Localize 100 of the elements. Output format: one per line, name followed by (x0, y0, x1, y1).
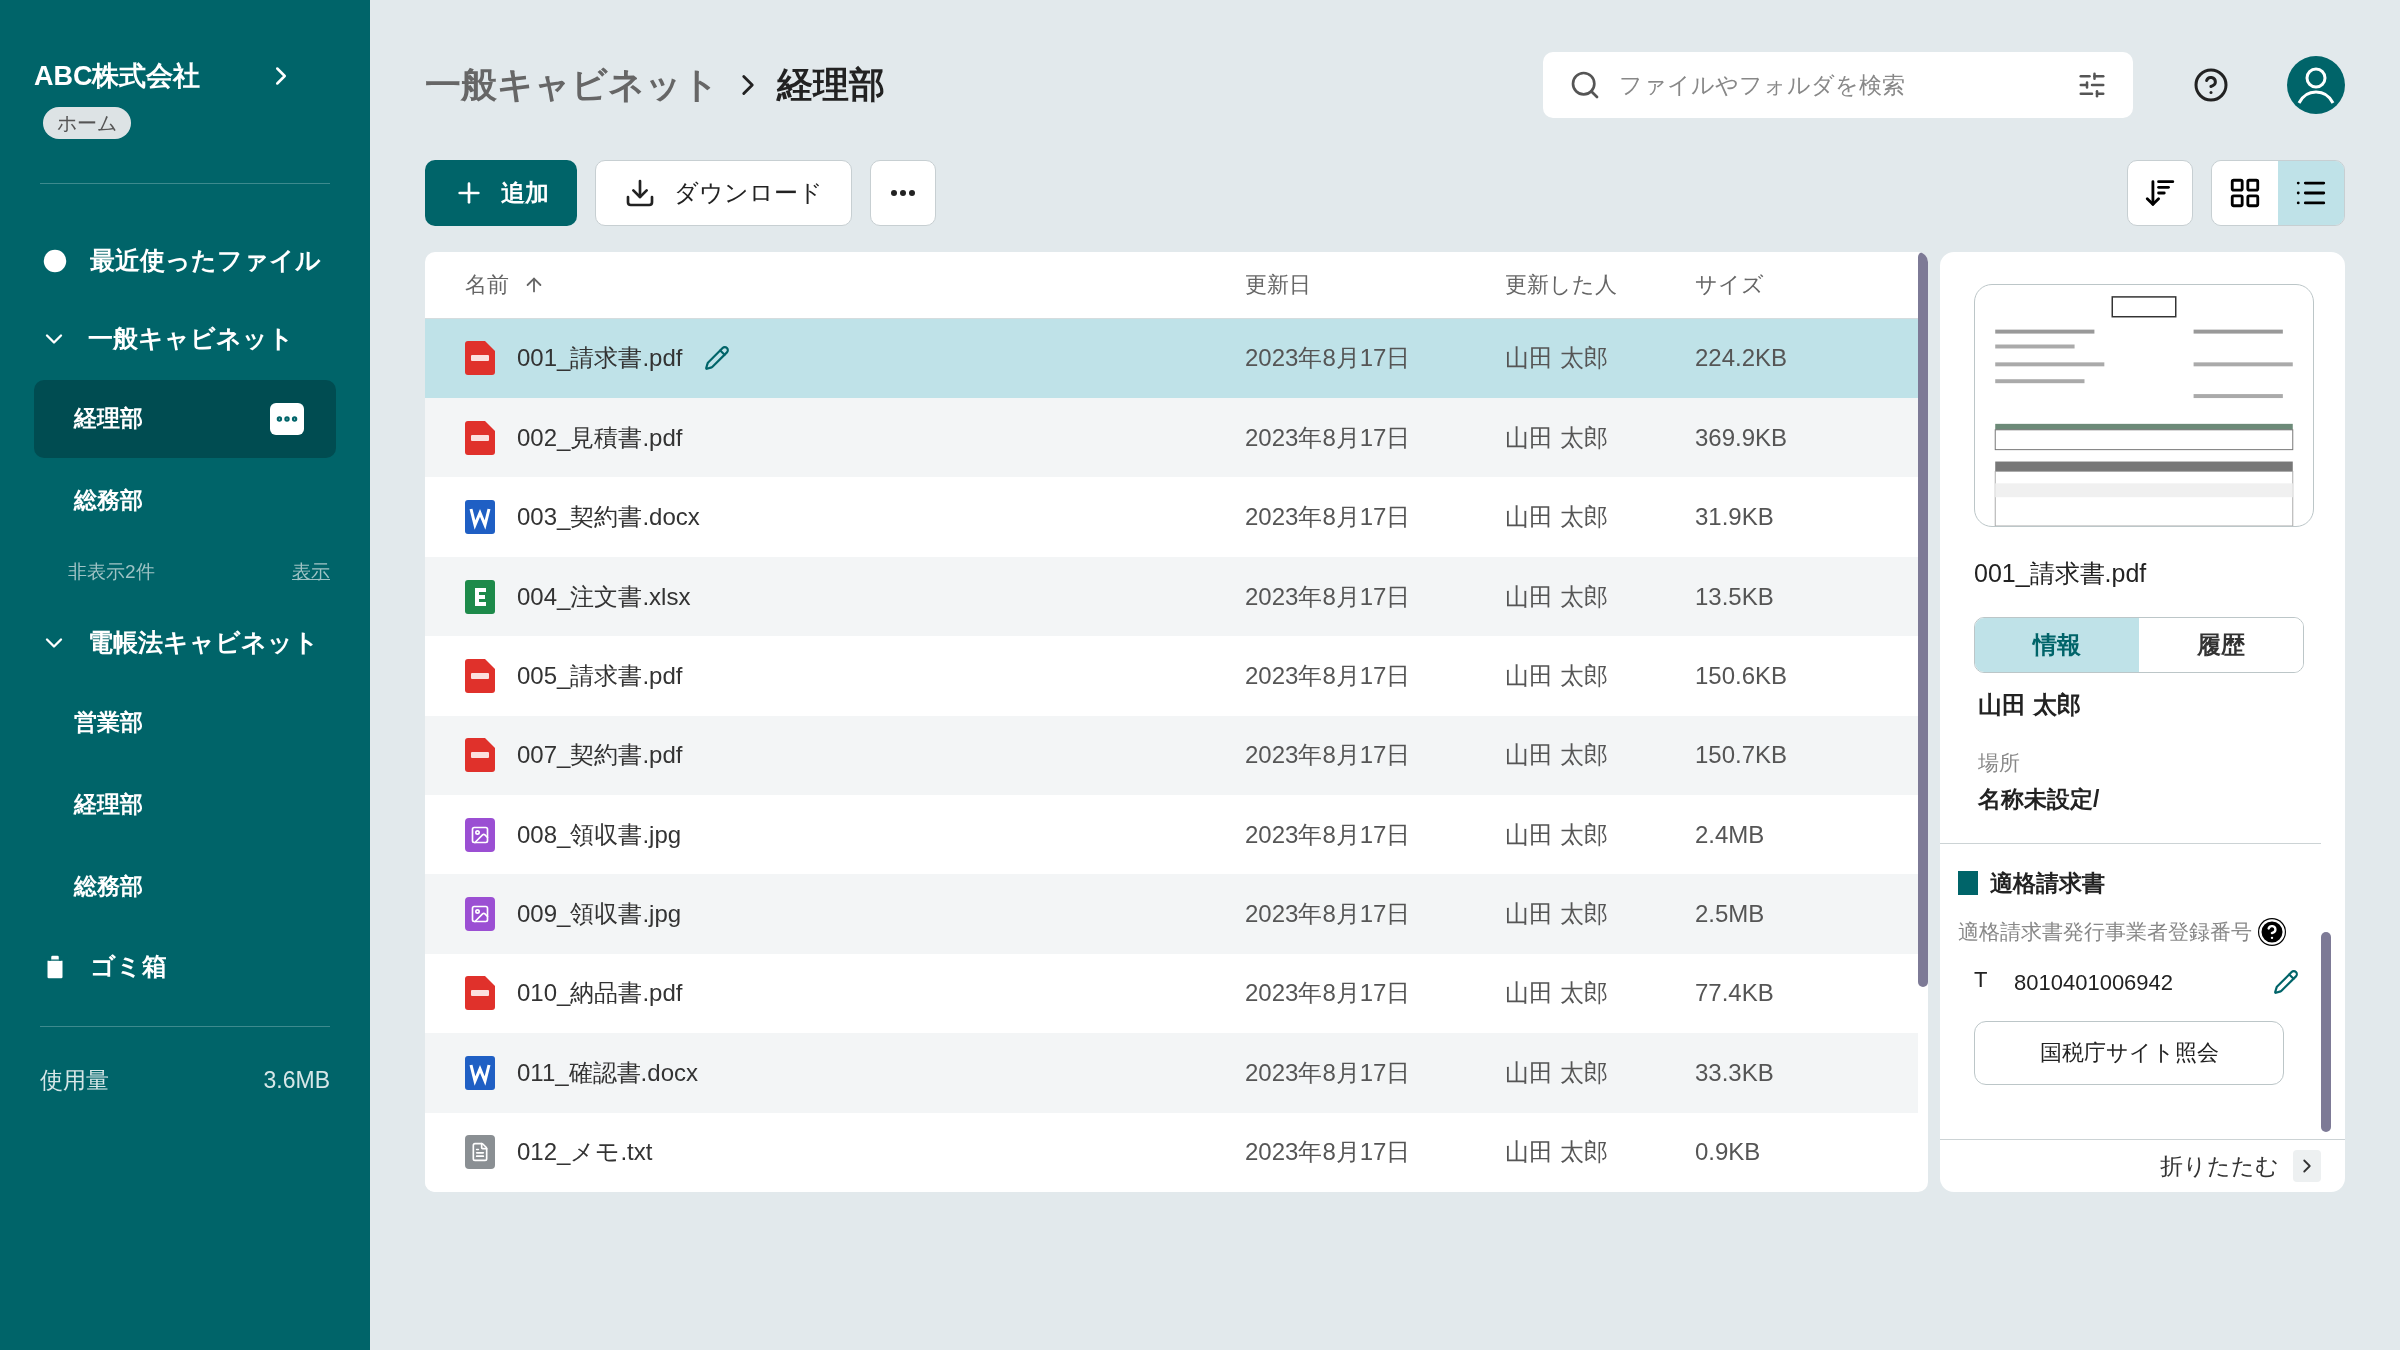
lookup-button[interactable]: 国税庁サイト照会 (1974, 1020, 2284, 1085)
search-field[interactable]: ファイルやフォルダを検索 (1619, 67, 2059, 103)
pdf-file-icon (465, 420, 495, 455)
size-cell-text: 369.9KB (1695, 422, 1788, 453)
cabinet-item[interactable]: 一般キャビネット (34, 299, 336, 378)
user-cell-text: 山田 太郎 (1505, 502, 1609, 533)
more-icon[interactable] (270, 402, 304, 435)
date-cell-text: 2023年8月17日 (1245, 422, 1412, 453)
folder-item[interactable]: 営業部 (34, 683, 336, 762)
download-button[interactable]: ダウンロード (595, 160, 852, 226)
panel-tab[interactable]: 情報 (1975, 617, 2139, 672)
search-icon (1569, 69, 1601, 101)
breadcrumb-link[interactable]: 一般キャビネット (425, 58, 719, 112)
column-header[interactable]: 名前 (425, 268, 1245, 302)
file-name: 001_請求書.pdf (517, 343, 683, 374)
section-title: 適格請求書 (1990, 868, 2105, 898)
collapse-button[interactable]: 折りたたむ (2160, 1140, 2345, 1192)
user-cell-text: 山田 太郎 (1505, 740, 1609, 771)
cabinet-item[interactable]: 電帳法キャビネット (34, 603, 336, 682)
user-cell-text: 山田 太郎 (1505, 1137, 1609, 1168)
edit-icon[interactable] (2273, 969, 2299, 995)
file-name: 004_注文書.xlsx (517, 581, 691, 612)
date-cell-text: 2023年8月17日 (1245, 978, 1412, 1009)
date-cell-text: 2023年8月17日 (1245, 660, 1412, 691)
file-row[interactable]: 002_見積書.pdf 2023年8月17日 山田 太郎 369.9KB (425, 398, 1918, 478)
usage-label: 使用量 (40, 1065, 109, 1095)
help-icon[interactable] (2193, 67, 2229, 103)
folder-item[interactable]: 総務部 (34, 461, 336, 540)
file-name: 007_契約書.pdf (517, 740, 683, 771)
pdf-file-icon (465, 658, 495, 693)
sort-button[interactable] (2127, 160, 2193, 226)
pdf-file-icon (465, 976, 495, 1011)
size-cell-text: 0.9KB (1695, 1137, 1761, 1168)
owner-name: 山田 太郎 (1978, 689, 2082, 720)
file-row[interactable]: 009_領収書.jpg 2023年8月17日 山田 太郎 2.5MB (425, 874, 1918, 954)
date-cell-text: 2023年8月17日 (1245, 1057, 1412, 1088)
more-button[interactable] (870, 160, 936, 226)
file-row[interactable]: 004_注文書.xlsx 2023年8月17日 山田 太郎 13.5KB (425, 556, 1918, 637)
file-row[interactable]: 011_確認書.docx 2023年8月17日 山田 太郎 33.3KB (425, 1033, 1918, 1113)
show-link[interactable]: 表示 (292, 558, 330, 587)
column-header[interactable]: サイズ (1695, 268, 1764, 302)
section-marker-icon (1958, 870, 1978, 895)
file-name: 008_領収書.jpg (517, 819, 682, 850)
folder-item[interactable]: 総務部 (34, 847, 336, 926)
file-name: 003_契約書.docx (517, 502, 700, 533)
file-name: 005_請求書.pdf (517, 660, 683, 691)
file-name: 009_領収書.jpg (517, 899, 682, 930)
size-cell-text: 31.9KB (1695, 502, 1774, 533)
column-header[interactable]: 更新した人 (1505, 268, 1695, 302)
date-cell-text: 2023年8月17日 (1245, 740, 1412, 771)
pdf-file-icon (465, 738, 495, 773)
more-icon (891, 190, 915, 196)
date-cell-text: 2023年8月17日 (1245, 1137, 1412, 1168)
date-cell-text: 2023年8月17日 (1245, 343, 1412, 374)
location-value: 名称未設定/ (1978, 785, 2101, 814)
location-label: 場所 (1978, 749, 2021, 776)
list-view-button[interactable] (2278, 161, 2344, 225)
image-file-icon (465, 897, 495, 932)
user-cell-text: 山田 太郎 (1505, 978, 1609, 1009)
sidebar-item[interactable]: ゴミ箱 (34, 927, 336, 1006)
size-cell-text: 224.2KB (1695, 343, 1788, 374)
text-file-icon (465, 1135, 495, 1170)
folder-item[interactable]: 経理部 (34, 379, 336, 458)
search-box[interactable]: ファイルやフォルダを検索 (1543, 52, 2133, 118)
date-cell-text: 2023年8月17日 (1245, 899, 1412, 930)
grid-view-button[interactable] (2212, 161, 2278, 225)
column-header[interactable]: 更新日 (1245, 268, 1505, 302)
avatar-icon[interactable] (2287, 56, 2345, 114)
size-cell-text: 33.3KB (1695, 1057, 1774, 1088)
add-button[interactable]: 追加 (425, 160, 577, 226)
sidebar-item[interactable]: 最近使ったファイル (34, 221, 336, 300)
file-name: 010_納品書.pdf (517, 978, 683, 1009)
file-name: 011_確認書.docx (517, 1057, 698, 1088)
registration-label: 適格請求書発行事業者登録番号 (1958, 919, 2252, 945)
size-cell-text: 150.6KB (1695, 660, 1788, 691)
date-cell-text: 2023年8月17日 (1245, 502, 1412, 533)
size-cell-text: 150.7KB (1695, 740, 1788, 771)
user-cell-text: 山田 太郎 (1505, 581, 1609, 612)
file-row[interactable]: 007_契約書.pdf 2023年8月17日 山田 太郎 150.7KB (425, 715, 1918, 795)
registration-number: 8010401006942 (2014, 968, 2175, 997)
file-name: 012_メモ.txt (517, 1137, 653, 1168)
rename-icon[interactable] (704, 345, 731, 372)
user-cell-text: 山田 太郎 (1505, 422, 1609, 453)
file-name: 002_見積書.pdf (517, 422, 683, 453)
download-icon (624, 177, 656, 209)
size-cell-text: 13.5KB (1695, 581, 1774, 612)
word-file-icon (465, 1055, 495, 1090)
spreadsheet-file-icon (465, 579, 495, 614)
home-badge[interactable]: ホーム (43, 106, 131, 139)
user-cell-text: 山田 太郎 (1505, 343, 1609, 374)
user-cell-text: 山田 太郎 (1505, 819, 1609, 850)
filter-icon[interactable] (2077, 70, 2107, 100)
usage-value: 3.6MB (263, 1065, 330, 1095)
folder-item[interactable]: 経理部 (34, 765, 336, 844)
company-name: ABC株式会社 (34, 60, 201, 93)
grid-icon (2228, 176, 2262, 210)
breadcrumb-current: 経理部 (777, 63, 885, 107)
user-cell-text: 山田 太郎 (1505, 660, 1609, 691)
pdf-file-icon (465, 341, 495, 376)
file-row[interactable]: 001_請求書.pdf 2023年8月17日 山田 太郎 224.2KB (425, 318, 1918, 399)
